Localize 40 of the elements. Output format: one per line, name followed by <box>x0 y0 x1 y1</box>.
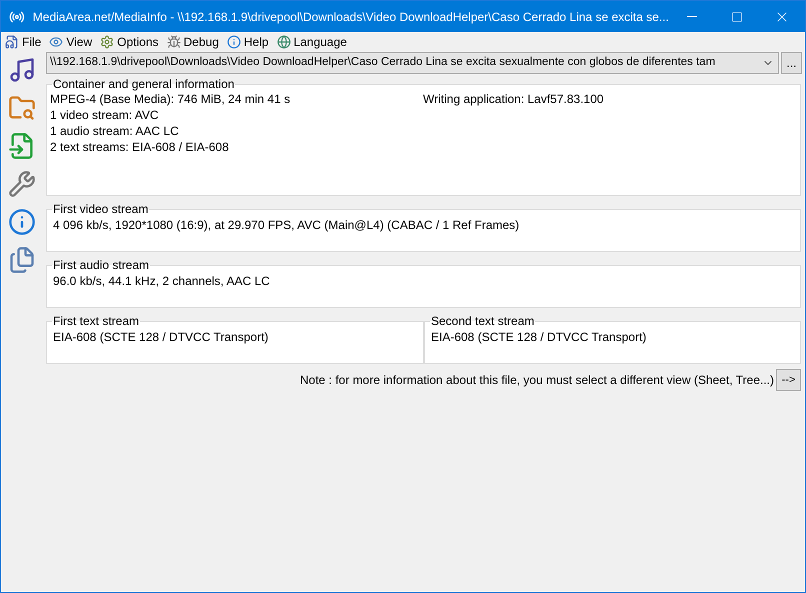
eye-icon <box>49 35 64 49</box>
info-icon <box>226 35 241 49</box>
info-line: MPEG-4 (Base Media): 746 MiB, 24 min 41 s <box>50 91 292 107</box>
group-title: Container and general information <box>52 77 236 91</box>
maximize-icon <box>730 10 743 22</box>
file-path: \\192.168.1.9\drivepool\Downloads\Video DownloadHelper\Caso Cerrado Lina se excita sexualmente con globos de diferentes tam <box>50 55 716 70</box>
stream-info: EIA-608 (SCTE 128 / DTVCC Transport) <box>431 330 646 344</box>
menu-item[interactable]: Options <box>100 33 158 51</box>
group-title: First text stream <box>52 314 140 328</box>
files-icon <box>8 246 36 274</box>
window-title: MediaArea.net/MediaInfo - \\192.168.1.9\drivepool\Downloads\Video DownloadHelper\Caso Cerrado Lina se excita se... <box>32 8 669 26</box>
info-icon <box>8 208 36 236</box>
info-line: 1 video stream: AVC <box>50 107 160 123</box>
group-title: Second text stream <box>430 314 536 328</box>
group-title: First video stream <box>52 202 150 216</box>
info-line: 1 audio stream: AAC LC <box>50 123 180 139</box>
settings-icon <box>100 35 114 49</box>
bug-icon <box>166 35 180 49</box>
menu-item[interactable]: Help <box>226 33 269 51</box>
file-path-dropdown[interactable]: \\192.168.1.9\drivepool\Downloads\Video DownloadHelper\Caso Cerrado Lina se excita sexualmente con globos de diferentes tam <box>46 52 779 74</box>
app-icon <box>9 8 25 24</box>
info-line: 2 text streams: EIA-608 / EIA-608 <box>50 139 230 155</box>
minimize-icon <box>686 16 697 17</box>
menu-item[interactable]: View <box>49 33 92 51</box>
more-info-button[interactable]: --> <box>776 369 801 391</box>
wrench-icon <box>8 170 36 198</box>
browse-button[interactable]: ... <box>781 52 802 74</box>
music-icon <box>8 56 36 84</box>
menu-item[interactable]: Language <box>276 33 347 51</box>
group-title: First audio stream <box>52 258 150 272</box>
globe-icon <box>276 35 291 49</box>
file-icon <box>5 35 19 49</box>
menu-item[interactable]: File <box>5 33 42 51</box>
stream-info: 96.0 kb/s, 44.1 kHz, 2 channels, AAC LC <box>53 274 270 288</box>
stream-info: 4 096 kb/s, 1920*1080 (16:9), at 29.970 FPS, AVC (Main@L4) (CABAC / 1 Ref Frames) <box>53 218 520 232</box>
info-line: Writing application: Lavf57.83.100 <box>423 91 604 107</box>
menu-item[interactable]: Debug <box>166 33 219 51</box>
folder-search-icon <box>8 94 36 122</box>
note-text: Note : for more information about this file, you must select a different view (Sheet, Tree...) <box>300 372 774 389</box>
stream-info: EIA-608 (SCTE 128 / DTVCC Transport) <box>53 330 268 344</box>
